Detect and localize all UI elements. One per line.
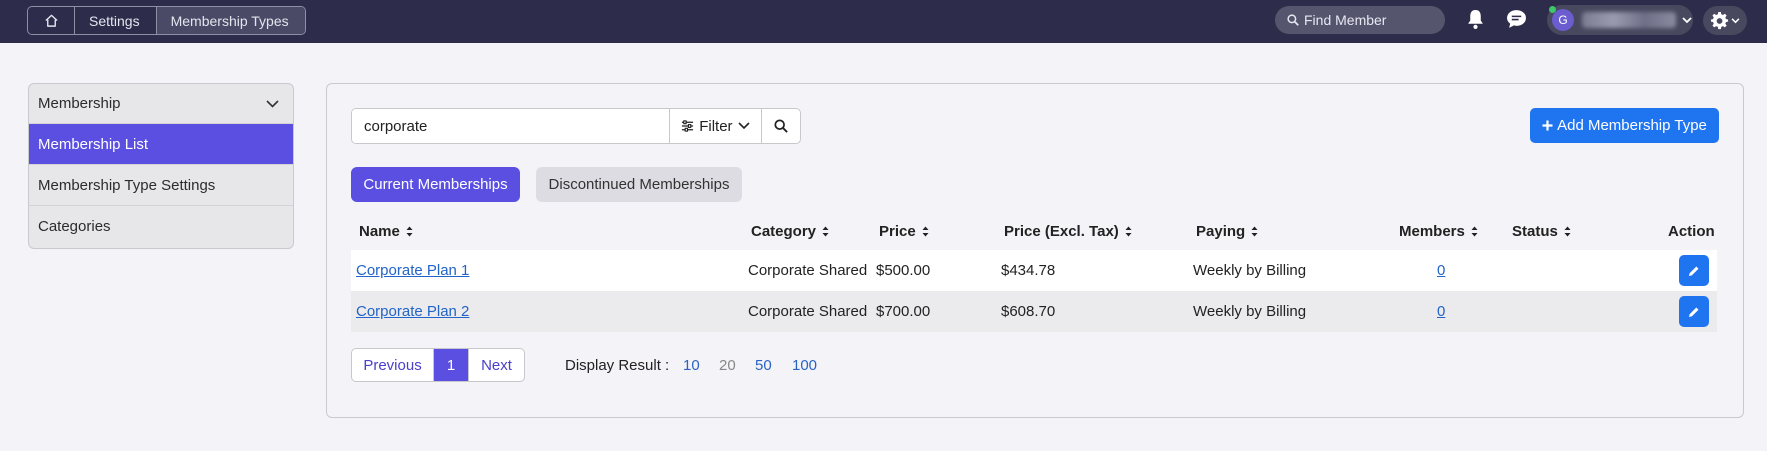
filter-label: Filter xyxy=(699,117,733,135)
table-row: Corporate Plan 1 Corporate Shared $500.0… xyxy=(351,250,1717,291)
sort-icon xyxy=(1471,226,1478,236)
cell-price: $700.00 xyxy=(876,303,931,320)
find-member-search[interactable]: Find Member xyxy=(1275,6,1445,34)
column-header-label: Status xyxy=(1512,222,1558,240)
sort-icon xyxy=(922,226,929,236)
display-option-100[interactable]: 100 xyxy=(792,357,817,374)
membership-name-link[interactable]: Corporate Plan 1 xyxy=(356,250,469,291)
avatar: G xyxy=(1549,6,1574,31)
page-number-1[interactable]: 1 xyxy=(434,349,468,381)
edit-button[interactable] xyxy=(1679,255,1709,286)
members-count-link[interactable]: 0 xyxy=(1437,291,1445,332)
column-header-action: Action xyxy=(1668,222,1715,240)
sort-icon xyxy=(1125,226,1132,236)
search-input[interactable] xyxy=(352,109,670,143)
add-membership-type-label: Add Membership Type xyxy=(1557,117,1707,134)
sort-icon xyxy=(406,226,413,236)
chevron-down-icon xyxy=(1682,16,1692,23)
sidebar-section-membership[interactable]: Membership xyxy=(29,84,293,124)
column-header-label: Paying xyxy=(1196,222,1246,240)
avatar-initial: G xyxy=(1558,13,1568,27)
search-button[interactable] xyxy=(762,109,800,143)
plus-icon xyxy=(1542,120,1553,131)
column-header-price[interactable]: Price xyxy=(879,222,929,240)
sliders-icon xyxy=(682,120,694,132)
column-header-members[interactable]: Members xyxy=(1399,222,1478,240)
pencil-icon xyxy=(1689,307,1699,317)
column-header-label: Action xyxy=(1668,222,1715,240)
edit-button[interactable] xyxy=(1679,296,1709,327)
search-icon xyxy=(774,119,788,133)
column-header-paying[interactable]: Paying xyxy=(1196,222,1258,240)
sort-icon xyxy=(822,226,829,236)
cell-price-excl-tax: $608.70 xyxy=(1001,303,1056,320)
table-row: Corporate Plan 2 Corporate Shared $700.0… xyxy=(351,291,1717,332)
cell-category: Corporate Shared xyxy=(748,262,868,279)
sidebar-section-title: Membership xyxy=(38,95,121,112)
filter-button[interactable]: Filter xyxy=(670,109,763,143)
chat-icon[interactable] xyxy=(1506,9,1527,29)
breadcrumb-settings[interactable]: Settings xyxy=(74,7,156,34)
breadcrumb-home[interactable] xyxy=(28,7,74,34)
previous-page-button[interactable]: Previous xyxy=(352,349,434,381)
sort-icon xyxy=(1251,226,1258,236)
column-header-price-excl-tax[interactable]: Price (Excl. Tax) xyxy=(1004,222,1132,240)
column-header-label: Name xyxy=(359,222,400,240)
sidebar-item-membership-type-settings[interactable]: Membership Type Settings xyxy=(29,165,293,206)
column-header-label: Price (Excl. Tax) xyxy=(1004,222,1119,240)
search-group: Filter xyxy=(351,108,801,144)
sort-icon xyxy=(1564,226,1571,236)
home-icon xyxy=(44,14,58,27)
column-header-label: Members xyxy=(1399,222,1465,240)
pencil-icon xyxy=(1689,266,1699,276)
cell-price: $500.00 xyxy=(876,262,931,279)
user-name-blurred xyxy=(1582,12,1676,28)
membership-name-link[interactable]: Corporate Plan 2 xyxy=(356,291,469,332)
sidebar: Membership Membership List Membership Ty… xyxy=(28,83,294,249)
chevron-down-icon xyxy=(266,99,279,108)
chevron-down-icon xyxy=(737,122,750,130)
breadcrumb-membership-types: Membership Types xyxy=(155,7,305,34)
chevron-down-icon xyxy=(1731,17,1739,23)
search-icon xyxy=(1287,14,1299,26)
tab-discontinued-memberships[interactable]: Discontinued Memberships xyxy=(536,167,742,202)
sidebar-item-categories[interactable]: Categories xyxy=(29,206,293,247)
cell-category: Corporate Shared xyxy=(748,303,868,320)
display-option-10[interactable]: 10 xyxy=(683,357,700,374)
column-header-name[interactable]: Name xyxy=(359,222,413,240)
cell-paying: Weekly by Billing xyxy=(1193,303,1307,320)
column-header-status[interactable]: Status xyxy=(1512,222,1571,240)
user-menu[interactable]: G xyxy=(1547,5,1693,35)
tab-current-memberships[interactable]: Current Memberships xyxy=(351,167,520,202)
top-bar: Settings Membership Types Find Member G xyxy=(0,0,1767,43)
column-header-label: Category xyxy=(751,222,817,240)
cell-price-excl-tax: $434.78 xyxy=(1001,262,1056,279)
online-status-dot xyxy=(1549,6,1556,13)
find-member-placeholder: Find Member xyxy=(1304,12,1387,28)
display-result-label: Display Result : xyxy=(565,357,670,374)
breadcrumb: Settings Membership Types xyxy=(27,6,306,35)
gear-icon xyxy=(1710,11,1728,29)
column-header-label: Price xyxy=(879,222,916,240)
bell-icon[interactable] xyxy=(1466,9,1485,30)
pagination: Previous 1 Next xyxy=(351,348,525,382)
add-membership-type-button[interactable]: Add Membership Type xyxy=(1530,108,1719,143)
settings-menu[interactable] xyxy=(1703,6,1747,35)
display-option-20[interactable]: 20 xyxy=(719,357,736,374)
cell-paying: Weekly by Billing xyxy=(1193,262,1307,279)
members-count-link[interactable]: 0 xyxy=(1437,250,1445,291)
display-option-50[interactable]: 50 xyxy=(755,357,772,374)
sidebar-item-membership-list[interactable]: Membership List xyxy=(29,124,293,165)
column-header-category[interactable]: Category xyxy=(751,222,829,240)
next-page-button[interactable]: Next xyxy=(468,349,524,381)
